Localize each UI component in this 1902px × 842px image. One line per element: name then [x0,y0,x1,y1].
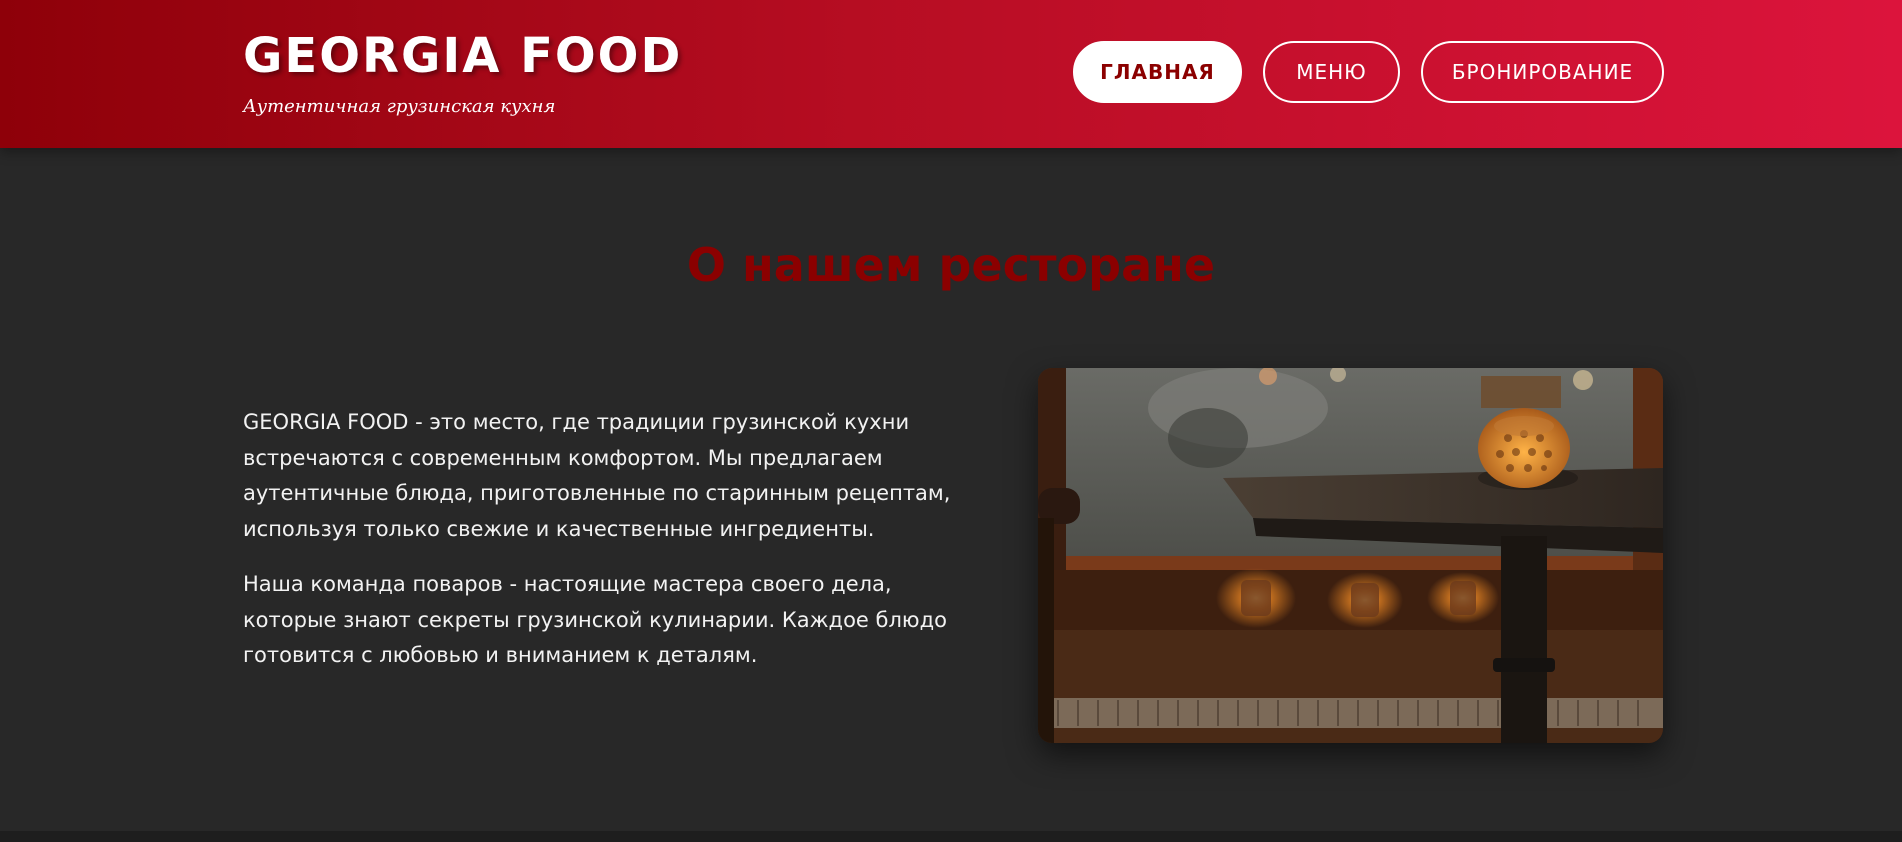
about-paragraph: Наша команда поваров - настоящие мастера… [243,572,947,667]
about-text: GEORGIA FOOD - это место, где традиции г… [243,405,963,674]
nav-home-button[interactable]: ГЛАВНАЯ [1073,41,1242,103]
nav-menu-button[interactable]: МЕНЮ [1263,41,1400,103]
logo-subtitle: Аутентичная грузинская кухня [243,96,556,117]
restaurant-photo [1038,368,1663,743]
about-paragraph: GEORGIA FOOD - это место, где традиции г… [243,410,951,541]
section-title: О нашем ресторане [686,238,1216,292]
site-header: GEORGIA FOOD Аутентичная грузинская кухн… [0,0,1902,148]
logo-title[interactable]: GEORGIA FOOD [243,28,682,84]
nav-booking-button[interactable]: БРОНИРОВАНИЕ [1421,41,1664,103]
footer-strip [0,831,1902,842]
main-nav: ГЛАВНАЯ МЕНЮ БРОНИРОВАНИЕ [1073,41,1664,103]
brand: GEORGIA FOOD Аутентичная грузинская кухн… [243,28,682,117]
